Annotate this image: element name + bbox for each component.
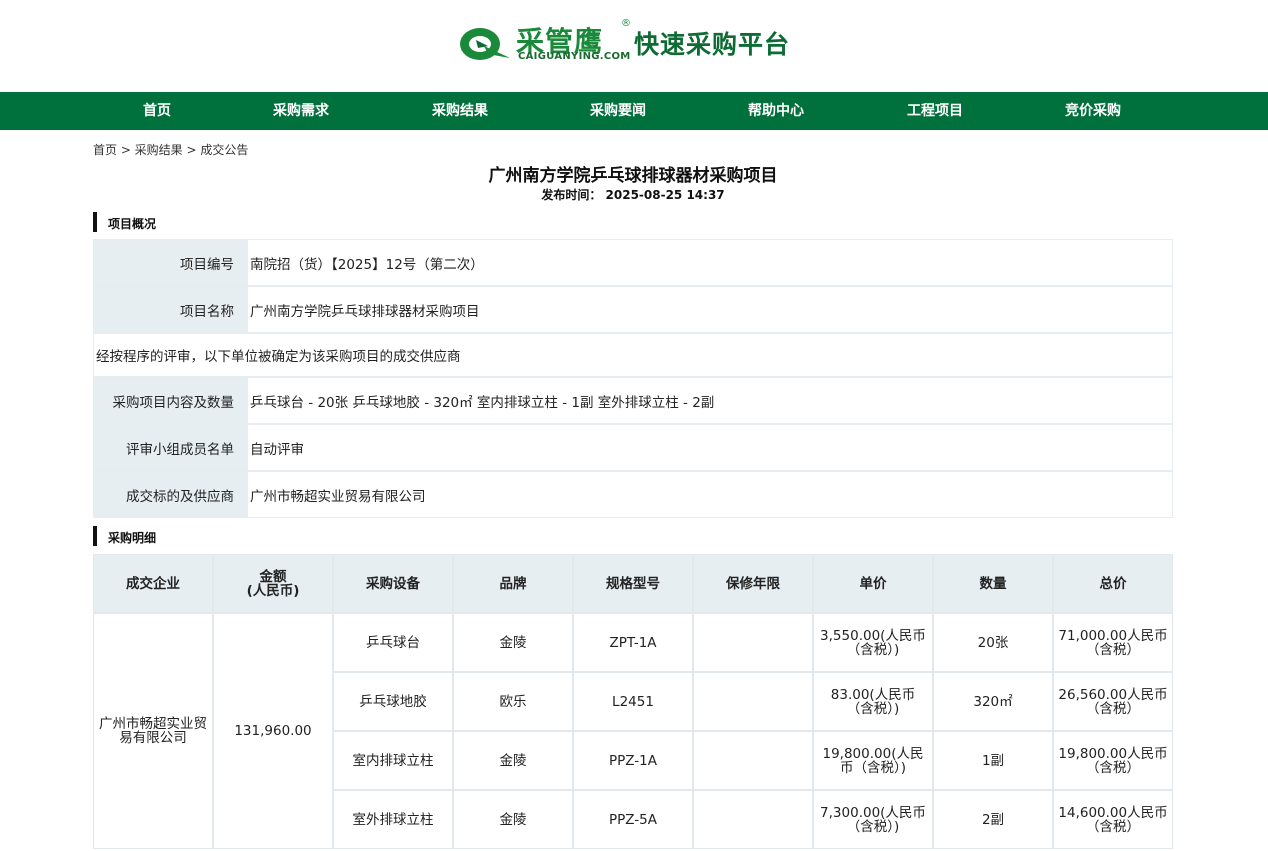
cell-unit-price: 19,800.00(人民币（含税）): [813, 731, 933, 790]
col-header-brand: 品牌: [453, 554, 573, 613]
col-header-company: 成交企业: [93, 554, 213, 613]
col-header-amount: 金额 (人民币): [213, 554, 333, 613]
cell-qty: 1副: [933, 731, 1053, 790]
cell-amount: 131,960.00: [213, 613, 333, 849]
overview-row-project-name: 项目名称 广州南方学院乒乓球排球器材采购项目: [93, 286, 1173, 333]
nav-item-help[interactable]: 帮助中心: [716, 92, 836, 130]
publish-time: 发布时间： 2025-08-25 14:37: [541, 188, 725, 202]
overview-row-content: 采购项目内容及数量 乒乓球台 - 20张 乒乓球地胶 - 320㎡ 室内排球立柱…: [93, 377, 1173, 424]
cell-qty: 20张: [933, 613, 1053, 672]
overview-row-panel: 评审小组成员名单 自动评审: [93, 424, 1173, 471]
nav-item-results[interactable]: 采购结果: [400, 92, 520, 130]
cell-total: 19,800.00人民币（含税）: [1053, 731, 1173, 790]
overview-value: 自动评审: [250, 441, 304, 458]
cell-brand: 欧乐: [453, 672, 573, 731]
cell-brand: 金陵: [453, 731, 573, 790]
section-detail-heading: 采购明细: [93, 525, 1173, 547]
overview-row-statement: 经按程序的评审，以下单位被确定为该采购项目的成交供应商: [93, 333, 1173, 377]
overview-value: 广州南方学院乒乓球排球器材采购项目: [250, 303, 480, 320]
overview-key: 项目编号: [94, 240, 248, 285]
breadcrumb[interactable]: 首页 > 采购结果 > 成交公告: [93, 141, 248, 158]
cell-warranty: [693, 613, 813, 672]
cell-brand: 金陵: [453, 613, 573, 672]
col-header-qty: 数量: [933, 554, 1053, 613]
cell-warranty: [693, 731, 813, 790]
cell-qty: 320㎡: [933, 672, 1053, 731]
overview-value: 南院招（货）【2025】12号（第二次）: [250, 256, 484, 273]
cell-company: 广州市畅超实业贸易有限公司: [93, 613, 213, 849]
col-header-total: 总价: [1053, 554, 1173, 613]
logo-domain: CAIGUANYING.COM: [518, 51, 631, 62]
nav-item-engineering[interactable]: 工程项目: [875, 92, 995, 130]
col-header-unit-price: 单价: [813, 554, 933, 613]
cell-model: PPZ-5A: [573, 790, 693, 849]
nav-item-demand[interactable]: 采购需求: [241, 92, 361, 130]
cell-unit-price: 3,550.00(人民币（含税）): [813, 613, 933, 672]
page-title: 广州南方学院乒乓球排球器材采购项目: [488, 166, 778, 186]
cell-model: PPZ-1A: [573, 731, 693, 790]
col-header-warranty: 保修年限: [693, 554, 813, 613]
col-header-model: 规格型号: [573, 554, 693, 613]
overview-key: 项目名称: [94, 287, 248, 332]
overview-statement: 经按程序的评审，以下单位被确定为该采购项目的成交供应商: [96, 349, 461, 365]
main-nav: 首页 采购需求 采购结果 采购要闻 帮助中心 工程项目 竞价采购: [0, 92, 1268, 130]
cell-total: 14,600.00人民币（含税）: [1053, 790, 1173, 849]
section-label: 项目概况: [108, 217, 157, 231]
cell-qty: 2副: [933, 790, 1053, 849]
cell-model: ZPT-1A: [573, 613, 693, 672]
cell-equipment: 乒乓球地胶: [333, 672, 453, 731]
cell-brand: 金陵: [453, 790, 573, 849]
overview-row-winner: 成交标的及供应商 广州市畅超实业贸易有限公司: [93, 471, 1173, 518]
eagle-logo-icon: [460, 28, 510, 60]
section-overview-heading: 项目概况: [93, 211, 1173, 233]
overview-key: 评审小组成员名单: [94, 425, 248, 470]
nav-item-bidding[interactable]: 竞价采购: [1033, 92, 1153, 130]
nav-item-news[interactable]: 采购要闻: [558, 92, 678, 130]
site-header: 采管鹰 ® CAIGUANYING.COM 快速采购平台: [0, 0, 1268, 92]
overview-row-project-no: 项目编号 南院招（货）【2025】12号（第二次）: [93, 239, 1173, 286]
overview-value: 广州市畅超实业贸易有限公司: [250, 488, 426, 505]
overview-value: 乒乓球台 - 20张 乒乓球地胶 - 320㎡ 室内排球立柱 - 1副 室外排球…: [250, 394, 715, 411]
cell-unit-price: 7,300.00(人民币（含税）): [813, 790, 933, 849]
site-logo[interactable]: 采管鹰 ® CAIGUANYING.COM 快速采购平台: [458, 18, 818, 66]
cell-warranty: [693, 672, 813, 731]
cell-equipment: 室内排球立柱: [333, 731, 453, 790]
cell-total: 26,560.00人民币（含税）: [1053, 672, 1173, 731]
section-marker: [93, 212, 97, 232]
overview-key: 成交标的及供应商: [94, 472, 248, 517]
col-header-equipment: 采购设备: [333, 554, 453, 613]
nav-item-home[interactable]: 首页: [97, 92, 217, 130]
cell-equipment: 室外排球立柱: [333, 790, 453, 849]
col-header-amount-line1: 金额: [259, 568, 287, 585]
cell-unit-price: 83.00(人民币（含税）): [813, 672, 933, 731]
overview-key: 采购项目内容及数量: [94, 378, 248, 423]
cell-equipment: 乒乓球台: [333, 613, 453, 672]
section-label: 采购明细: [108, 531, 157, 545]
col-header-amount-line2: (人民币): [246, 582, 300, 599]
section-marker: [93, 526, 97, 546]
cell-warranty: [693, 790, 813, 849]
registered-mark: ®: [621, 18, 631, 29]
logo-slogan: 快速采购平台: [634, 30, 791, 59]
cell-total: 71,000.00人民币（含税）: [1053, 613, 1173, 672]
cell-model: L2451: [573, 672, 693, 731]
